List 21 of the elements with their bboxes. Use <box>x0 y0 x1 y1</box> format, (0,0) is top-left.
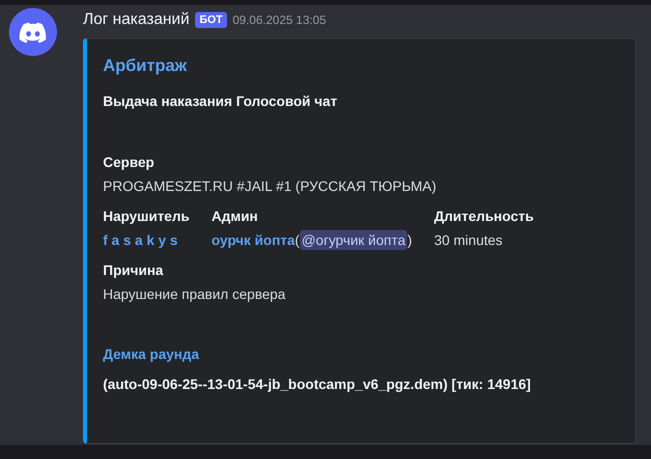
field-value: PROGAMESZET.RU #JAIL #1 (РУССКАЯ ТЮРЬМА) <box>103 176 436 196</box>
field-link[interactable]: Демка раунда <box>103 344 200 364</box>
field-value: Нарушение правил сервера <box>103 284 286 304</box>
user-mention[interactable]: @огурчик йопта <box>300 230 408 250</box>
field-value: ) <box>407 230 412 250</box>
field-name: Длительность <box>434 206 534 226</box>
field-value: (auto-09-06-25--13-01-54-jb_bootcamp_v6_pgz.dem) [тик: 14916] <box>103 374 531 394</box>
user-link[interactable]: f a s a k y s <box>103 230 178 250</box>
embed-description: Выдача наказания Голосовой чат <box>103 92 338 111</box>
user-link[interactable]: оурчк йопта <box>211 230 295 250</box>
field-name: Админ <box>211 206 258 226</box>
author-name[interactable]: Лог наказаний <box>83 8 190 32</box>
field-name: Причина <box>103 260 164 280</box>
field-value: 30 minutes <box>434 230 503 250</box>
field-name: Нарушитель <box>103 206 190 226</box>
embed-title[interactable]: Арбитраж <box>103 53 187 78</box>
timestamp: 09.06.2025 13:05 <box>232 12 326 29</box>
bot-badge: БОТ <box>195 12 227 28</box>
field-name: Сервер <box>103 152 154 172</box>
avatar-icon[interactable] <box>9 8 57 56</box>
field-value: ( <box>294 230 300 250</box>
